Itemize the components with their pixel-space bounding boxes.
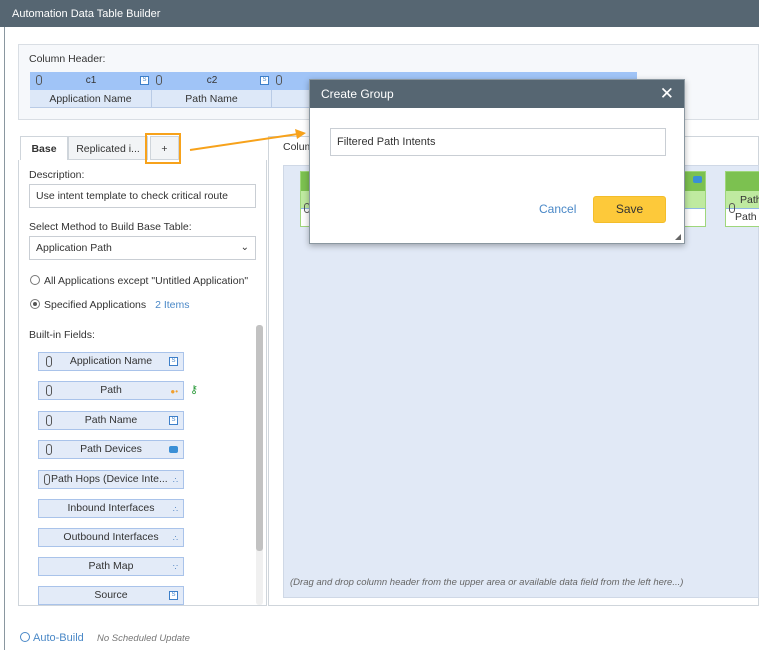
dialog-title: Create Group (321, 87, 394, 101)
dialog-header: Create Group ✕ (310, 80, 684, 108)
arrow-head (295, 129, 306, 139)
save-button[interactable]: Save (593, 196, 666, 223)
resize-handle[interactable] (675, 234, 681, 240)
group-name-input[interactable]: Filtered Path Intents (330, 128, 666, 156)
arrow-line (189, 133, 299, 151)
cancel-button[interactable]: Cancel (539, 202, 576, 216)
create-group-dialog: Create Group ✕ Filtered Path Intents Can… (309, 79, 685, 244)
close-icon[interactable]: ✕ (660, 80, 674, 108)
